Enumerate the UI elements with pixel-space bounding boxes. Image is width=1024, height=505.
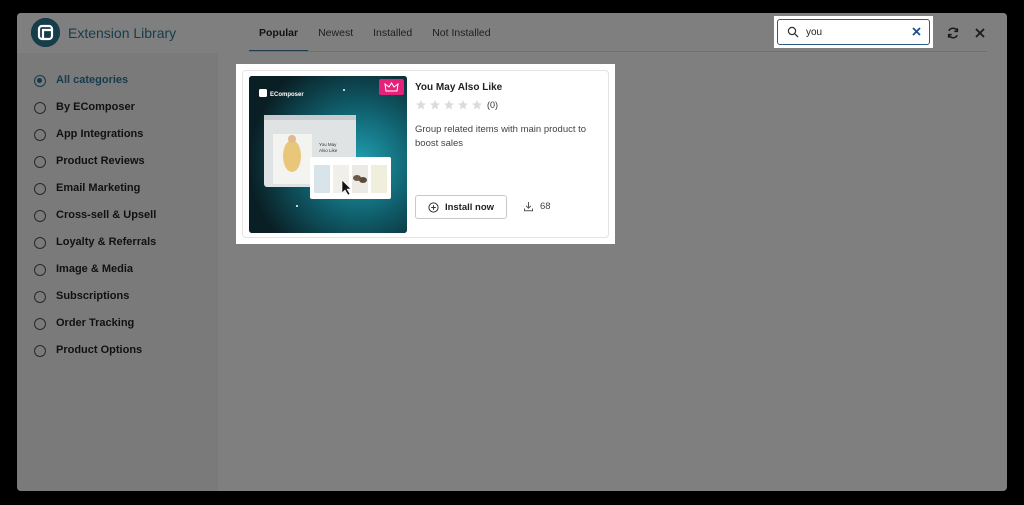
category-order-tracking[interactable]: Order Tracking — [17, 315, 218, 342]
category-by-ecomposer[interactable]: By EComposer — [17, 99, 218, 126]
star-icon — [444, 100, 454, 110]
category-label: Image & Media — [56, 263, 134, 275]
refresh-icon[interactable] — [946, 26, 960, 40]
header-bar: Extension Library Popular Newest Install… — [17, 13, 1007, 53]
category-label: App Integrations — [56, 128, 144, 140]
download-icon — [524, 202, 533, 212]
radio-icon[interactable] — [34, 264, 46, 276]
radio-icon[interactable] — [34, 183, 46, 195]
search-box — [777, 19, 930, 45]
category-app-integrations[interactable]: App Integrations — [17, 126, 218, 153]
tabs-divider — [249, 51, 987, 52]
thumbnail-illustration: EComposer You May Also Like — [249, 76, 407, 233]
radio-icon[interactable] — [34, 156, 46, 168]
install-label: Install now — [444, 201, 495, 213]
extension-description: Group related items with main product to… — [415, 124, 587, 149]
extension-title[interactable]: You May Also Like — [415, 82, 502, 93]
ecomposer-logo-icon — [31, 18, 60, 47]
category-label: Email Marketing — [56, 182, 141, 194]
filter-tabs: Popular Newest Installed Not Installed — [249, 13, 501, 53]
category-label: Order Tracking — [56, 317, 135, 329]
search-container — [774, 16, 933, 48]
rating-stars: (0) — [415, 99, 498, 111]
tab-popular[interactable]: Popular — [249, 13, 309, 53]
tab-installed[interactable]: Installed — [363, 13, 422, 53]
star-icon — [416, 100, 426, 110]
category-label: By EComposer — [56, 101, 135, 113]
category-label: Product Reviews — [56, 155, 145, 167]
thumbnail-brand: EComposer — [270, 92, 304, 98]
radio-icon[interactable] — [34, 318, 46, 330]
downloads-value: 68 — [540, 201, 551, 212]
category-image-media[interactable]: Image & Media — [17, 261, 218, 288]
category-product-options[interactable]: Product Options — [17, 342, 218, 369]
extension-card[interactable]: EComposer You May Also Like You May Also… — [242, 70, 609, 238]
radio-icon[interactable] — [34, 345, 46, 357]
plus-circle-icon — [428, 201, 439, 213]
category-email-marketing[interactable]: Email Marketing — [17, 180, 218, 207]
category-product-reviews[interactable]: Product Reviews — [17, 153, 218, 180]
download-count: 68 — [523, 201, 551, 212]
category-label: Cross-sell & Upsell — [56, 209, 157, 221]
extension-thumbnail: EComposer You May Also Like — [249, 76, 407, 233]
category-label: Product Options — [56, 344, 143, 356]
rating-count: (0) — [487, 100, 498, 110]
install-now-button[interactable]: Install now — [415, 195, 507, 219]
category-label: Loyalty & Referrals — [56, 236, 157, 248]
clear-search-icon[interactable] — [911, 26, 922, 37]
search-icon — [787, 26, 799, 38]
tab-newest[interactable]: Newest — [308, 13, 363, 53]
category-all-categories[interactable]: All categories — [17, 72, 218, 99]
radio-selected-icon[interactable] — [34, 75, 46, 87]
category-list: All categories By EComposer App Integrat… — [17, 53, 218, 369]
radio-icon[interactable] — [34, 129, 46, 141]
star-icon — [458, 100, 468, 110]
category-cross-sell-upsell[interactable]: Cross-sell & Upsell — [17, 207, 218, 234]
radio-icon[interactable] — [34, 102, 46, 114]
thumbnail-mock-heading-2: Also Like — [319, 148, 338, 153]
category-subscriptions[interactable]: Subscriptions — [17, 288, 218, 315]
star-icon — [430, 100, 440, 110]
extension-card-highlight: EComposer You May Also Like You May Also… — [236, 64, 615, 244]
category-label: Subscriptions — [56, 290, 130, 302]
radio-icon[interactable] — [34, 291, 46, 303]
extension-library-window: Extension Library Popular Newest Install… — [17, 13, 1007, 491]
star-icon — [472, 100, 482, 110]
category-label: All categories — [56, 74, 129, 86]
category-loyalty-referrals[interactable]: Loyalty & Referrals — [17, 234, 218, 261]
search-input[interactable] — [806, 23, 906, 41]
close-icon[interactable] — [973, 26, 987, 40]
app-title: Extension Library — [68, 25, 177, 41]
radio-icon[interactable] — [34, 237, 46, 249]
tab-not-installed[interactable]: Not Installed — [422, 13, 500, 53]
category-sidebar: All categories By EComposer App Integrat… — [17, 53, 218, 491]
radio-icon[interactable] — [34, 210, 46, 222]
thumbnail-mock-heading-1: You May — [319, 142, 337, 147]
